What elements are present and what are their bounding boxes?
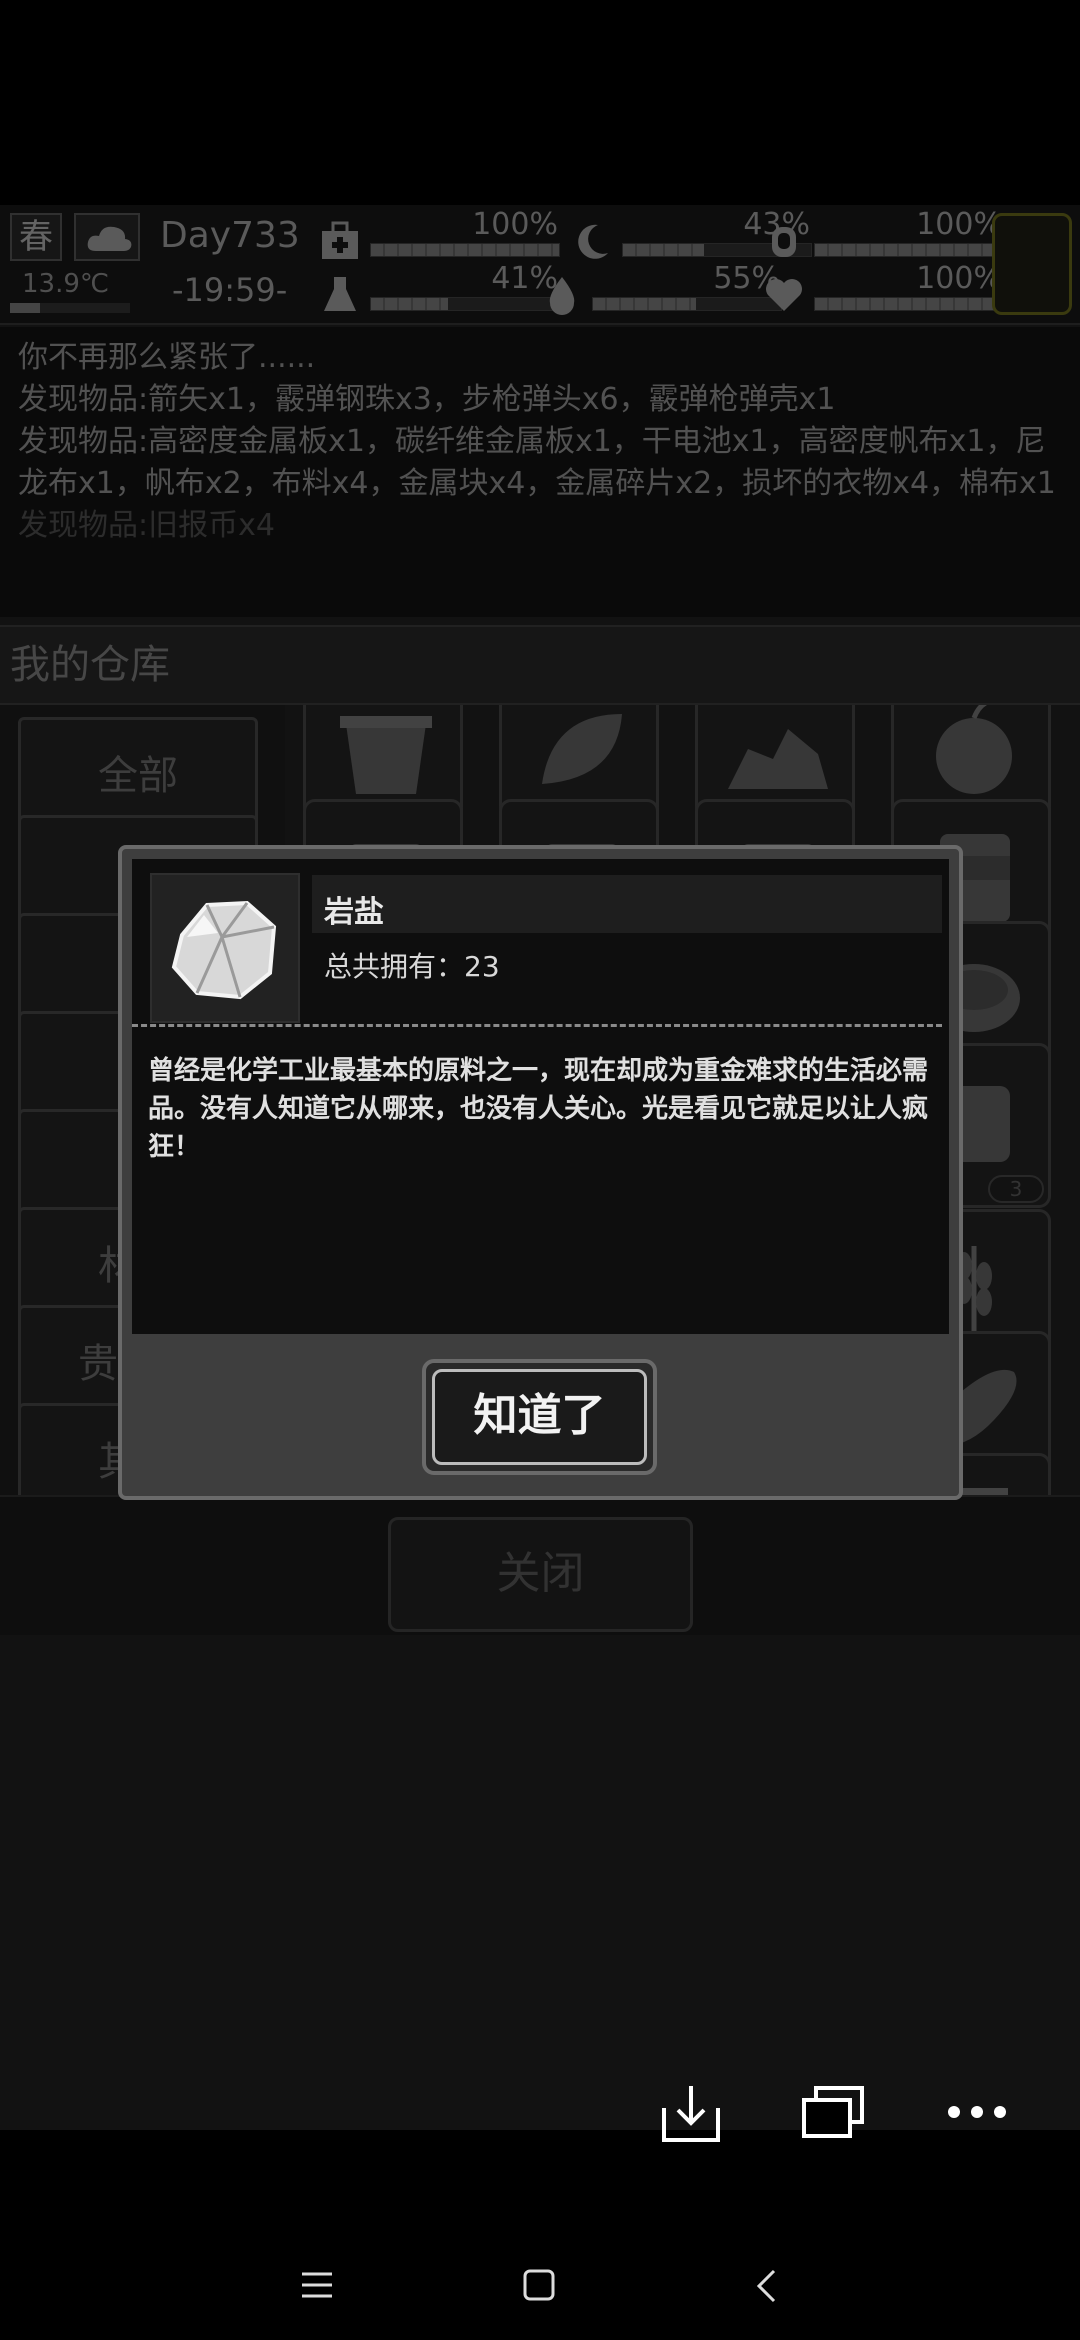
hunger-stat: 100% xyxy=(762,207,1012,265)
more-icon[interactable] xyxy=(946,2104,1008,2120)
warehouse-title: 我的仓库 xyxy=(0,625,1080,705)
heart-icon xyxy=(766,279,802,311)
weather-cloud-icon xyxy=(74,213,140,261)
log-line: 发现物品:旧报币x4 xyxy=(18,508,275,543)
got-it-label: 知道了 xyxy=(432,1369,647,1465)
mood-percent: 100% xyxy=(916,261,1002,296)
season-badge: 春 xyxy=(10,213,62,261)
status-bar: 春 13.9℃ Day733 -19:59- 100% 43% 100% 41% xyxy=(0,205,1080,325)
log-line: 发现物品:箭矢x1，霰弹钢珠x3，步枪弹头x6，霰弹枪弹壳x1 xyxy=(18,382,836,417)
game-clock: -19:59- xyxy=(172,271,288,309)
thirst-bar xyxy=(592,297,782,311)
item-name: 岩盐 xyxy=(324,895,384,930)
equipped-slot[interactable] xyxy=(992,213,1072,315)
hunger-percent: 100% xyxy=(916,207,1002,242)
home-icon[interactable] xyxy=(522,2268,556,2302)
system-action-bar xyxy=(0,2060,1080,2180)
bottom-bar: 关闭 xyxy=(0,1495,1080,1635)
log-line: 你不再那么紧张了...... xyxy=(18,340,316,375)
navigation-bar xyxy=(0,2220,1080,2340)
divider xyxy=(132,1024,942,1027)
close-button[interactable]: 关闭 xyxy=(388,1517,693,1632)
rock-salt-icon xyxy=(150,873,300,1023)
health-percent: 100% xyxy=(472,207,558,242)
apple-icon xyxy=(936,705,1012,794)
item-count-badge: 3 xyxy=(988,1175,1044,1203)
mood-stat: 100% xyxy=(762,261,1012,319)
health-stat: 100% xyxy=(318,207,568,265)
temperature-label: 13.9℃ xyxy=(22,269,110,299)
item-total-owned: 总共拥有：23 xyxy=(324,950,500,983)
item-detail-dialog: 岩盐 总共拥有：23 曾经是化学工业最基本的原料之一，现在却成为重金难求的生活必… xyxy=(118,845,963,1500)
temperature-bar xyxy=(10,303,130,313)
bucket-icon xyxy=(340,716,432,794)
leaf-icon xyxy=(542,714,622,784)
download-icon[interactable] xyxy=(660,2082,722,2144)
water-drop-icon xyxy=(549,277,575,315)
menu-icon[interactable] xyxy=(300,2270,334,2300)
windows-icon[interactable] xyxy=(800,2084,866,2140)
day-counter: Day733 xyxy=(160,215,300,256)
scrap-pile-icon xyxy=(728,729,828,789)
energy-bar xyxy=(370,297,560,311)
item-name-box: 岩盐 xyxy=(312,875,942,933)
medkit-icon xyxy=(322,221,358,259)
stomach-icon xyxy=(772,227,796,257)
energy-stat: 41% xyxy=(318,261,568,319)
back-icon[interactable] xyxy=(754,2268,778,2304)
thirst-stat: 55% xyxy=(540,261,790,319)
hunger-bar xyxy=(814,243,1004,257)
flask-icon xyxy=(324,277,356,311)
moon-icon xyxy=(578,224,608,259)
item-description: 曾经是化学工业最基本的原料之一，现在却成为重金难求的生活必需品。没有人知道它从哪… xyxy=(132,1044,949,1334)
log-line: 发现物品:高密度金属板x1，碳纤维金属板x1，干电池x1，高密度帆布x1，尼龙布… xyxy=(18,424,1056,501)
health-bar xyxy=(370,243,560,257)
message-log: 你不再那么紧张了...... 发现物品:箭矢x1，霰弹钢珠x3，步枪弹头x6，霰… xyxy=(0,327,1080,617)
got-it-button[interactable]: 知道了 xyxy=(422,1359,657,1475)
mood-bar xyxy=(814,297,1004,311)
